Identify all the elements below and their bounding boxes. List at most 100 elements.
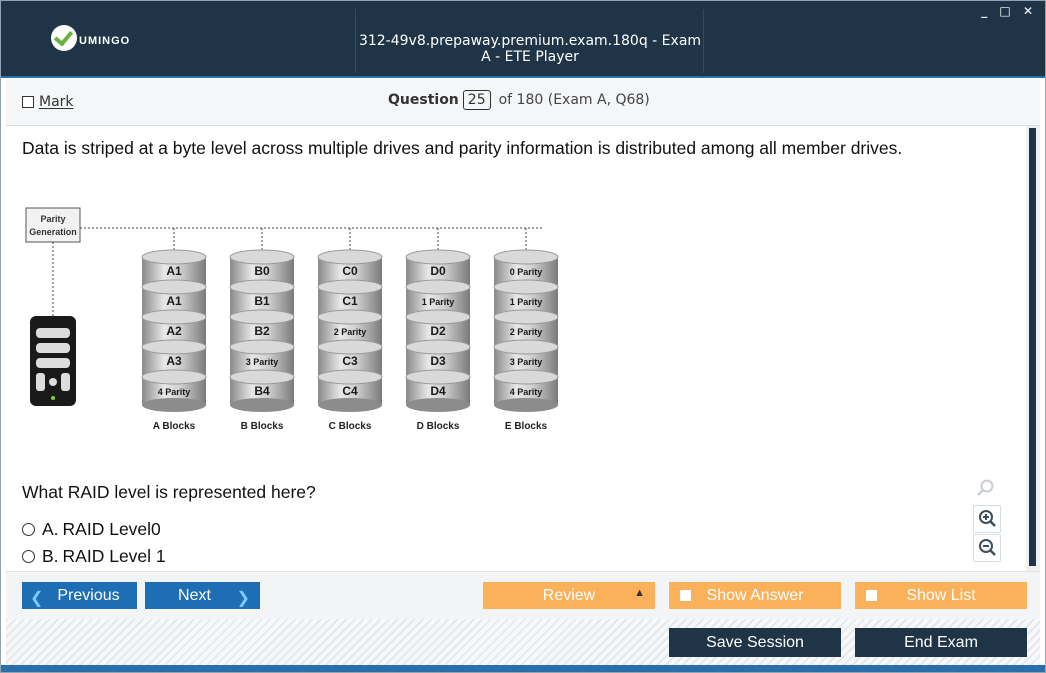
disk-block-label: B2 [254,324,270,338]
option-a[interactable]: A. RAID Level0 [22,519,161,540]
disk-block-label: B0 [254,264,270,278]
disk-block-label: C1 [342,294,358,308]
disk-column: D0 1 Parity D2 D3 D4 D Blocks [405,228,471,432]
question-header: Mark Question 25 of 180 (Exam A, Q68) [6,79,1040,126]
disk-block-label: C0 [342,264,358,278]
logo: UMINGO [51,25,130,51]
option-text: RAID Level 1 [62,546,166,566]
disk-block-label: A2 [166,324,182,338]
disk-platter-top [141,309,207,325]
question-total: of 180 (Exam A, Q68) [498,92,650,108]
zoom-in-icon[interactable] [973,505,1001,533]
disk-column-label: B Blocks [241,421,284,432]
previous-button[interactable]: ❮ Previous [22,582,137,609]
end-exam-button[interactable]: End Exam [855,628,1027,657]
previous-label: Previous [57,586,120,604]
vertical-scrollbar[interactable] [1026,126,1040,571]
disk-block-label: D4 [430,384,446,398]
disk-platter-top [493,279,559,295]
disk-platter-top [405,279,471,295]
disk-block-label: C3 [342,354,358,368]
end-exam-label: End Exam [904,633,978,651]
checkmark-logo-icon [51,25,77,51]
disk-platter-top [493,339,559,355]
disk-platter-top [405,339,471,355]
logo-text: UMINGO [79,35,131,47]
disk-column: B0 B1 B2 3 Parity B4 B Blocks [229,228,295,432]
checkbox-icon[interactable] [866,590,877,601]
question-text: Data is striped at a byte level across m… [22,138,903,158]
review-label: Review [542,586,596,604]
checkbox-icon[interactable] [680,590,691,601]
session-bar: Save Session End Exam [6,619,1040,666]
disk-column: A1 A1 A2 A3 4 Parity A Blocks [141,228,207,432]
option-b[interactable]: B. RAID Level 1 [22,546,166,567]
disk-block-label: 3 Parity [246,357,279,367]
question-label: Question [388,92,459,108]
disk-block-label: A1 [166,294,182,308]
search-icon[interactable] [973,475,999,501]
checkbox-icon[interactable] [22,96,34,108]
disk-column-label: A Blocks [153,421,196,432]
disk-block-label: C4 [342,384,358,398]
parity-label: Parity [40,214,65,224]
show-answer-button[interactable]: Show Answer [669,582,841,609]
window-title: 312-49v8.prepaway.premium.exam.180q - Ex… [358,33,702,65]
title-bar: UMINGO 312-49v8.prepaway.premium.exam.18… [1,1,1045,78]
radio-button[interactable] [22,523,35,536]
disk-platter-top [317,279,383,295]
question-content: Data is striped at a byte level across m… [6,126,1026,571]
disk-column: 0 Parity 1 Parity 2 Parity 3 Parity 4 Parity… [493,228,559,432]
disk-platter-top [141,279,207,295]
disk-platter-top [317,369,383,385]
app-window: UMINGO 312-49v8.prepaway.premium.exam.18… [0,0,1046,673]
question-number-input[interactable]: 25 [462,90,491,110]
option-letter: A. [42,519,59,539]
disk-block-label: 2 Parity [334,327,367,337]
option-letter: B. [42,546,59,566]
disk-block-label: A1 [166,264,182,278]
disk-base [318,398,382,412]
question-prompt: What RAID level is represented here? [22,482,316,502]
disk-platter-top [317,339,383,355]
disk-platter-top [493,249,559,265]
disk-platter-top [229,309,295,325]
scrollbar-thumb[interactable] [1029,128,1036,566]
disk-column: C0 C1 2 Parity C3 C4 C Blocks [317,228,383,432]
zoom-out-icon[interactable] [973,534,1001,562]
chevron-right-icon: ❯ [236,590,250,607]
show-answer-label: Show Answer [706,586,804,604]
save-session-label: Save Session [706,633,804,651]
disk-platter-top [229,369,295,385]
title-divider [355,9,356,73]
disk-block-label: D3 [430,354,446,368]
disk-platter-top [229,279,295,295]
disk-base [406,398,470,412]
disk-platter-top [141,369,207,385]
mark-label: Mark [39,94,74,110]
server-icon [30,316,76,406]
disk-block-label: 1 Parity [510,297,543,307]
disk-block-label: 3 Parity [510,357,543,367]
disk-platter-top [317,249,383,265]
save-session-button[interactable]: Save Session [669,628,841,657]
option-text: RAID Level0 [62,519,161,539]
question-counter: Question 25 of 180 (Exam A, Q68) [388,90,650,110]
disk-block-label: 4 Parity [158,387,191,397]
window-controls[interactable]: _ □ ✕ [981,4,1037,18]
radio-button[interactable] [22,550,35,563]
raid-diagram: Parity Generation A1 A1 A2 A3 4 Parity A Bloc… [25,207,559,432]
review-button[interactable]: Review ▲ [483,582,655,609]
disk-platter-top [405,369,471,385]
show-list-button[interactable]: Show List [855,582,1027,609]
caret-up-icon: ▲ [634,587,645,599]
disk-platter-top [141,249,207,265]
next-button[interactable]: Next ❯ [145,582,260,609]
disk-block-label: D0 [430,264,446,278]
disk-block-label: B4 [254,384,270,398]
disk-block-label: D2 [430,324,446,338]
disk-column-label: C Blocks [329,421,372,432]
disk-platter-top [405,249,471,265]
disk-column-label: D Blocks [417,421,460,432]
mark-checkbox[interactable]: Mark [22,94,74,110]
